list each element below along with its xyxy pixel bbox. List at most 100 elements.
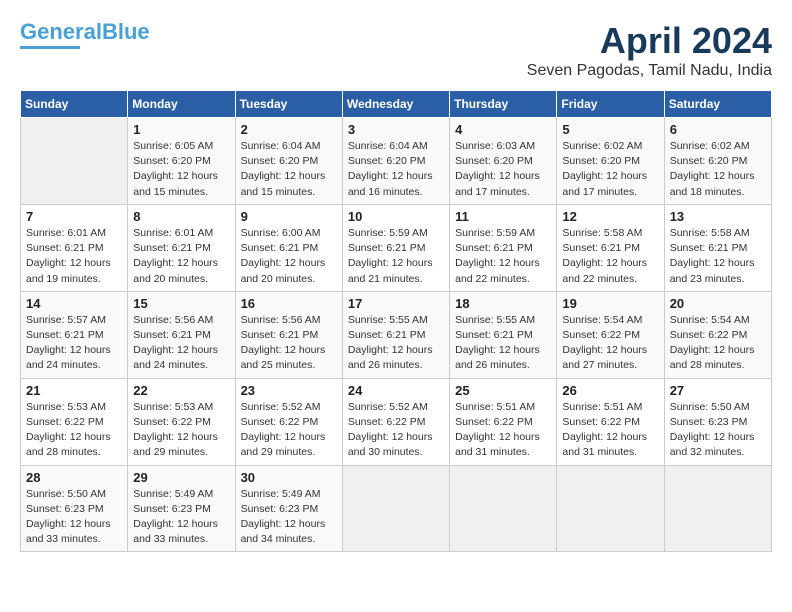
logo-blue: Blue — [102, 19, 150, 44]
calendar-cell: 4Sunrise: 6:03 AMSunset: 6:20 PMDaylight… — [450, 118, 557, 205]
col-header-sunday: Sunday — [21, 91, 128, 118]
day-info: Sunrise: 6:02 AMSunset: 6:20 PMDaylight:… — [670, 139, 766, 200]
day-info: Sunrise: 6:05 AMSunset: 6:20 PMDaylight:… — [133, 139, 229, 200]
day-info: Sunrise: 5:59 AMSunset: 6:21 PMDaylight:… — [455, 226, 551, 287]
calendar-cell: 22 Sunrise: 5:53 AMSunset: 6:22 PMDayligh… — [128, 378, 235, 465]
calendar-cell: 3 Sunrise: 6:04 AMSunset: 6:20 PMDaylight… — [342, 118, 449, 205]
calendar-cell: 17 Sunrise: 5:55 AMSunset: 6:21 PMDayligh… — [342, 291, 449, 378]
day-info: Sunrise: 5:50 AMSunset: 6:23 PMDaylight:… — [26, 487, 122, 548]
day-info: Sunrise: 5:51 AMSunset: 6:22 PMDaylight:… — [562, 400, 658, 461]
day-info: Sunrise: 5:52 AMSunset: 6:22 PMDaylight:… — [348, 400, 444, 461]
calendar-cell — [21, 118, 128, 205]
calendar-cell: 12 Sunrise: 5:58 AMSunset: 6:21 PMDayligh… — [557, 204, 664, 291]
calendar-cell: 9 Sunrise: 6:00 AMSunset: 6:21 PMDaylight… — [235, 204, 342, 291]
calendar-cell: 10 Sunrise: 5:59 AMSunset: 6:21 PMDayligh… — [342, 204, 449, 291]
calendar-table: SundayMondayTuesdayWednesdayThursdayFrid… — [20, 90, 772, 552]
calendar-cell: 23 Sunrise: 5:52 AMSunset: 6:22 PMDayligh… — [235, 378, 342, 465]
logo-general: General — [20, 19, 102, 44]
day-info: Sunrise: 5:50 AMSunset: 6:23 PMDaylight:… — [670, 400, 766, 461]
day-number: 22 — [133, 383, 229, 398]
day-info: Sunrise: 6:04 AMSunset: 6:20 PMDaylight:… — [348, 139, 444, 200]
day-number: 21 — [26, 383, 122, 398]
calendar-cell — [450, 465, 557, 552]
day-number: 18 — [455, 296, 551, 311]
day-info: Sunrise: 6:01 AMSunset: 6:21 PMDaylight:… — [133, 226, 229, 287]
day-number: 19 — [562, 296, 658, 311]
day-info: Sunrise: 5:52 AMSunset: 6:22 PMDaylight:… — [241, 400, 337, 461]
logo-underline — [20, 46, 80, 49]
day-number: 13 — [670, 209, 766, 224]
calendar-cell: 1 Sunrise: 6:05 AMSunset: 6:20 PMDaylight… — [128, 118, 235, 205]
day-number: 14 — [26, 296, 122, 311]
day-number: 26 — [562, 383, 658, 398]
day-number: 23 — [241, 383, 337, 398]
col-header-tuesday: Tuesday — [235, 91, 342, 118]
calendar-cell: 11 Sunrise: 5:59 AMSunset: 6:21 PMDayligh… — [450, 204, 557, 291]
day-number: 11 — [455, 209, 551, 224]
calendar-cell: 2Sunrise: 6:04 AMSunset: 6:20 PMDaylight… — [235, 118, 342, 205]
calendar-cell: 5Sunrise: 6:02 AMSunset: 6:20 PMDaylight… — [557, 118, 664, 205]
day-info: Sunrise: 5:53 AMSunset: 6:22 PMDaylight:… — [26, 400, 122, 461]
calendar-cell: 21 Sunrise: 5:53 AMSunset: 6:22 PMDayligh… — [21, 378, 128, 465]
col-header-wednesday: Wednesday — [342, 91, 449, 118]
calendar-cell — [342, 465, 449, 552]
calendar-cell: 15 Sunrise: 5:56 AMSunset: 6:21 PMDayligh… — [128, 291, 235, 378]
calendar-title: April 2024 — [527, 20, 772, 62]
calendar-cell: 7 Sunrise: 6:01 AMSunset: 6:21 PMDaylight… — [21, 204, 128, 291]
calendar-cell: 18 Sunrise: 5:55 AMSunset: 6:21 PMDayligh… — [450, 291, 557, 378]
day-info: Sunrise: 5:51 AMSunset: 6:22 PMDaylight:… — [455, 400, 551, 461]
day-info: Sunrise: 5:49 AMSunset: 6:23 PMDaylight:… — [133, 487, 229, 548]
col-header-thursday: Thursday — [450, 91, 557, 118]
col-header-monday: Monday — [128, 91, 235, 118]
day-number: 29 — [133, 470, 229, 485]
day-number: 30 — [241, 470, 337, 485]
col-header-friday: Friday — [557, 91, 664, 118]
day-info: Sunrise: 5:58 AMSunset: 6:21 PMDaylight:… — [670, 226, 766, 287]
page-header: GeneralBlue April 2024 Seven Pagodas, Ta… — [20, 20, 772, 80]
day-info: Sunrise: 5:55 AMSunset: 6:21 PMDaylight:… — [455, 313, 551, 374]
day-number: 17 — [348, 296, 444, 311]
day-number: 3 — [348, 122, 444, 137]
calendar-cell: 24 Sunrise: 5:52 AMSunset: 6:22 PMDayligh… — [342, 378, 449, 465]
title-block: April 2024 Seven Pagodas, Tamil Nadu, In… — [527, 20, 772, 80]
day-number: 7 — [26, 209, 122, 224]
day-number: 6 — [670, 122, 766, 137]
calendar-cell: 20 Sunrise: 5:54 AMSunset: 6:22 PMDayligh… — [664, 291, 771, 378]
calendar-cell: 29 Sunrise: 5:49 AMSunset: 6:23 PMDayligh… — [128, 465, 235, 552]
day-info: Sunrise: 6:01 AMSunset: 6:21 PMDaylight:… — [26, 226, 122, 287]
day-number: 28 — [26, 470, 122, 485]
day-number: 8 — [133, 209, 229, 224]
day-info: Sunrise: 6:03 AMSunset: 6:20 PMDaylight:… — [455, 139, 551, 200]
day-info: Sunrise: 5:53 AMSunset: 6:22 PMDaylight:… — [133, 400, 229, 461]
day-number: 2 — [241, 122, 337, 137]
day-info: Sunrise: 5:49 AMSunset: 6:23 PMDaylight:… — [241, 487, 337, 548]
day-number: 20 — [670, 296, 766, 311]
calendar-cell: 28 Sunrise: 5:50 AMSunset: 6:23 PMDayligh… — [21, 465, 128, 552]
calendar-cell: 30 Sunrise: 5:49 AMSunset: 6:23 PMDayligh… — [235, 465, 342, 552]
day-info: Sunrise: 5:54 AMSunset: 6:22 PMDaylight:… — [562, 313, 658, 374]
day-number: 10 — [348, 209, 444, 224]
day-number: 12 — [562, 209, 658, 224]
day-number: 24 — [348, 383, 444, 398]
day-number: 1 — [133, 122, 229, 137]
day-number: 27 — [670, 383, 766, 398]
calendar-subtitle: Seven Pagodas, Tamil Nadu, India — [527, 62, 772, 80]
calendar-cell: 26 Sunrise: 5:51 AMSunset: 6:22 PMDayligh… — [557, 378, 664, 465]
day-info: Sunrise: 6:02 AMSunset: 6:20 PMDaylight:… — [562, 139, 658, 200]
day-info: Sunrise: 5:59 AMSunset: 6:21 PMDaylight:… — [348, 226, 444, 287]
calendar-cell — [664, 465, 771, 552]
calendar-cell: 25Sunrise: 5:51 AMSunset: 6:22 PMDayligh… — [450, 378, 557, 465]
logo: GeneralBlue — [20, 20, 150, 49]
calendar-cell: 6 Sunrise: 6:02 AMSunset: 6:20 PMDaylight… — [664, 118, 771, 205]
day-info: Sunrise: 5:55 AMSunset: 6:21 PMDaylight:… — [348, 313, 444, 374]
calendar-cell: 27 Sunrise: 5:50 AMSunset: 6:23 PMDayligh… — [664, 378, 771, 465]
day-info: Sunrise: 5:54 AMSunset: 6:22 PMDaylight:… — [670, 313, 766, 374]
day-info: Sunrise: 6:00 AMSunset: 6:21 PMDaylight:… — [241, 226, 337, 287]
day-info: Sunrise: 5:58 AMSunset: 6:21 PMDaylight:… — [562, 226, 658, 287]
calendar-cell: 19 Sunrise: 5:54 AMSunset: 6:22 PMDayligh… — [557, 291, 664, 378]
day-info: Sunrise: 5:56 AMSunset: 6:21 PMDaylight:… — [133, 313, 229, 374]
day-number: 15 — [133, 296, 229, 311]
day-number: 9 — [241, 209, 337, 224]
calendar-cell: 8 Sunrise: 6:01 AMSunset: 6:21 PMDaylight… — [128, 204, 235, 291]
calendar-cell: 16Sunrise: 5:56 AMSunset: 6:21 PMDayligh… — [235, 291, 342, 378]
